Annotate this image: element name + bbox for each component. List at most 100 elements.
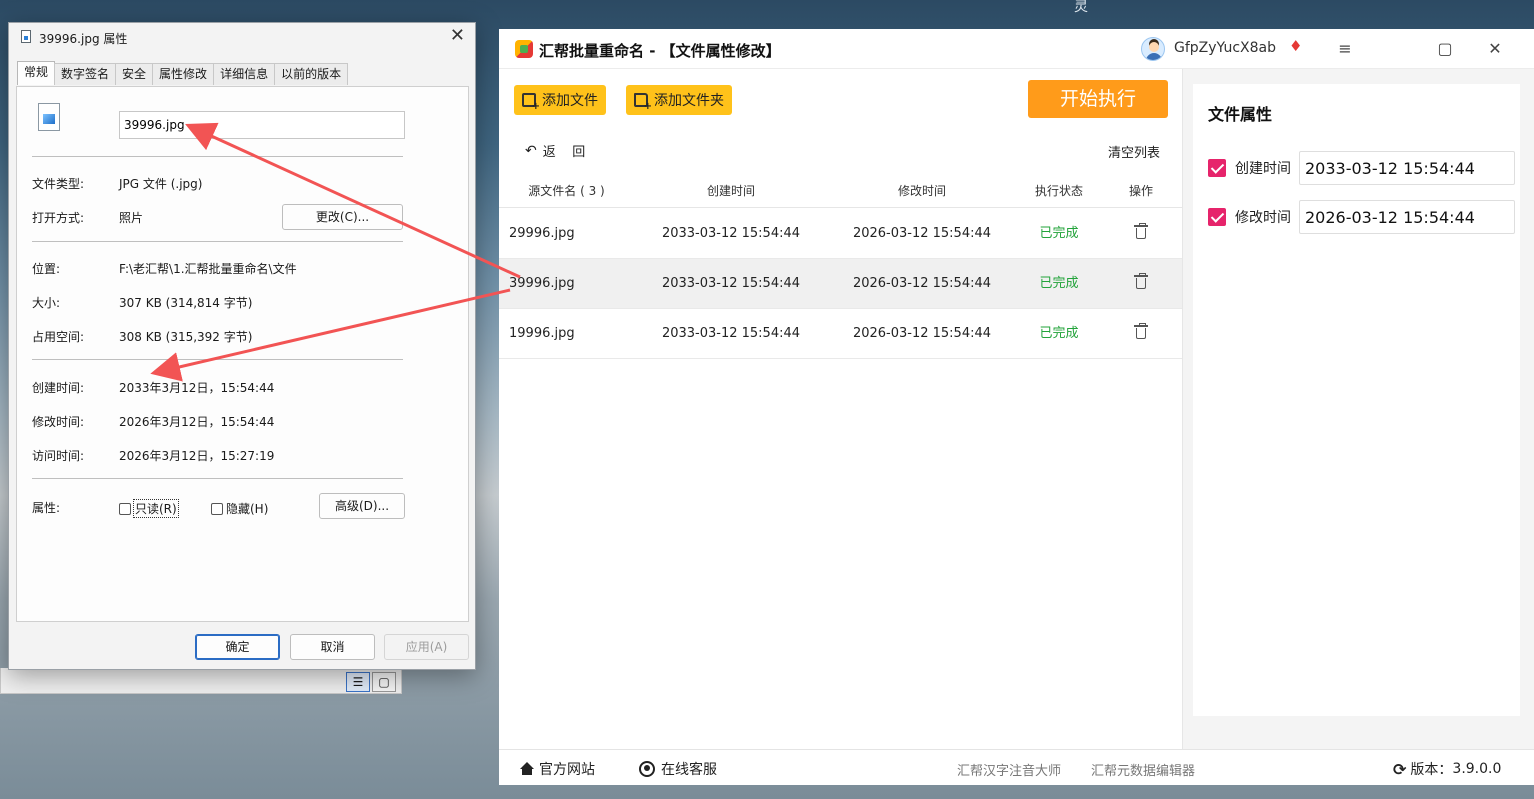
row-created: 2033-03-12 15:54:44	[661, 326, 801, 341]
location-label: 位置:	[32, 262, 61, 276]
app-titlebar: 汇帮批量重命名 - 【文件属性修改】 GfpZyYucX8ab ♦ ≡ ▢ ✕	[499, 29, 1534, 69]
close-icon[interactable]: ✕	[1483, 37, 1507, 61]
tiles-view-icon[interactable]: ▢	[372, 672, 396, 692]
disk-size-value: 308 KB (315,392 字节)	[119, 330, 253, 344]
advanced-button[interactable]: 高级(D)...	[319, 493, 405, 519]
add-file-button[interactable]: 添加文件	[514, 85, 606, 115]
dialog-tabs: 常规 数字签名 安全 属性修改 详细信息 以前的版本	[17, 61, 349, 85]
image-file-icon	[38, 103, 60, 131]
back-label: 返 回	[542, 145, 586, 160]
trash-icon	[1134, 323, 1148, 339]
row-status: 已完成	[1039, 276, 1079, 291]
hidden-checkbox[interactable]: 隐藏(H)	[211, 500, 268, 517]
dialog-title: 39996.jpg 属性	[39, 32, 128, 46]
avatar[interactable]	[1141, 37, 1165, 61]
row-modified: 2026-03-12 15:54:44	[852, 326, 992, 341]
table-row[interactable]: 29996.jpg 2033-03-12 15:54:44 2026-03-12…	[499, 209, 1182, 259]
readonly-checkbox[interactable]: 只读(R)	[119, 499, 179, 518]
attributes-label: 属性:	[32, 501, 61, 515]
disk-size-label: 占用空间:	[32, 330, 85, 344]
version-label: 版本：	[1410, 762, 1453, 778]
pinyin-tool-link[interactable]: 汇帮汉字注音大师	[957, 760, 1061, 779]
table-row[interactable]: 19996.jpg 2033-03-12 15:54:44 2026-03-12…	[499, 309, 1182, 359]
separator	[32, 241, 403, 242]
column-header-filename: 源文件名 ( 3 )	[528, 184, 605, 198]
app-title: 汇帮批量重命名 - 【文件属性修改】	[539, 42, 781, 60]
support-icon	[639, 761, 655, 777]
support-link[interactable]: 在线客服	[639, 759, 717, 779]
open-with-label: 打开方式:	[32, 211, 85, 225]
column-header-status: 执行状态	[1034, 184, 1083, 198]
add-folder-icon	[634, 93, 652, 112]
start-button[interactable]: 开始执行	[1028, 80, 1168, 118]
right-panel: 文件属性 创建时间 修改时间	[1183, 69, 1534, 749]
file-icon	[21, 30, 31, 43]
tab-attribute-edit[interactable]: 属性修改	[152, 63, 215, 85]
metadata-editor-link[interactable]: 汇帮元数据编辑器	[1091, 760, 1195, 779]
support-label: 在线客服	[661, 762, 717, 778]
general-panel	[16, 86, 469, 622]
home-icon	[519, 762, 535, 776]
ok-button[interactable]: 确定	[195, 634, 280, 660]
tab-general[interactable]: 常规	[17, 61, 56, 85]
vip-diamond-icon[interactable]: ♦	[1289, 37, 1302, 55]
readonly-label: 只读(R)	[133, 499, 179, 518]
column-header-created: 创建时间	[706, 184, 755, 198]
tab-previous-versions[interactable]: 以前的版本	[274, 63, 349, 85]
file-attributes-title: 文件属性	[1208, 105, 1273, 124]
separator	[32, 156, 403, 157]
size-value: 307 KB (314,814 字节)	[119, 296, 253, 310]
row-delete-button[interactable]	[1111, 259, 1171, 309]
separator	[32, 359, 403, 360]
table-row[interactable]: 39996.jpg 2033-03-12 15:54:44 2026-03-12…	[499, 259, 1182, 309]
row-modified: 2026-03-12 15:54:44	[852, 226, 992, 241]
modified-time-checkbox[interactable]	[1208, 208, 1226, 226]
hidden-label: 隐藏(H)	[226, 502, 269, 516]
row-delete-button[interactable]	[1111, 209, 1171, 259]
back-arrow-icon: ↶	[525, 142, 537, 159]
username[interactable]: GfpZyYucX8ab	[1174, 40, 1276, 56]
row-created: 2033-03-12 15:54:44	[661, 276, 801, 291]
tab-security[interactable]: 安全	[115, 63, 154, 85]
website-link[interactable]: 官方网站	[519, 759, 595, 779]
row-status: 已完成	[1039, 326, 1079, 341]
cancel-button[interactable]: 取消	[290, 634, 375, 660]
created-time-input[interactable]	[1299, 151, 1515, 185]
row-delete-button[interactable]	[1111, 309, 1171, 359]
apply-button[interactable]: 应用(A)	[384, 634, 469, 660]
type-label: 文件类型:	[32, 177, 85, 191]
row-modified: 2026-03-12 15:54:44	[852, 276, 992, 291]
tab-details[interactable]: 详细信息	[213, 63, 276, 85]
maximize-icon[interactable]: ▢	[1433, 37, 1457, 61]
add-folder-button[interactable]: 添加文件夹	[626, 85, 732, 115]
refresh-icon[interactable]: ⟳	[1393, 760, 1406, 779]
separator	[32, 478, 403, 479]
version-info: ⟳ 版本： 3.9.0.0	[1393, 759, 1501, 779]
accessed-label: 访问时间:	[32, 449, 85, 463]
rename-app-window: 汇帮批量重命名 - 【文件属性修改】 GfpZyYucX8ab ♦ ≡ ▢ ✕ …	[499, 29, 1534, 785]
clear-list-button[interactable]: 清空列表	[1108, 142, 1160, 161]
file-attributes-card: 文件属性 创建时间 修改时间	[1193, 84, 1520, 716]
trash-icon	[1134, 223, 1148, 239]
modified-time-row: 修改时间	[1208, 200, 1515, 234]
created-label: 创建时间:	[32, 381, 85, 395]
add-file-icon	[522, 93, 540, 112]
created-time-checkbox[interactable]	[1208, 159, 1226, 177]
details-view-icon[interactable]: ☰	[346, 672, 370, 692]
close-icon[interactable]: ✕	[450, 25, 465, 46]
menu-icon[interactable]: ≡	[1333, 37, 1357, 61]
location-value: F:\老汇帮\1.汇帮批量重命名\文件	[119, 262, 297, 276]
type-value: JPG 文件 (.jpg)	[119, 177, 203, 191]
desktop-glyph: 灵	[1074, 0, 1088, 15]
table-header: 源文件名 ( 3 ) 创建时间 修改时间 执行状态 操作	[499, 174, 1182, 208]
tab-digital-signature[interactable]: 数字签名	[54, 63, 117, 85]
version-value: 3.9.0.0	[1452, 761, 1502, 777]
filename-input[interactable]	[119, 111, 405, 139]
change-button[interactable]: 更改(C)...	[282, 204, 403, 230]
back-button[interactable]: ↶ 返 回	[525, 141, 586, 161]
modified-time-input[interactable]	[1299, 200, 1515, 234]
row-created: 2033-03-12 15:54:44	[661, 226, 801, 241]
column-header-modified: 修改时间	[897, 184, 946, 198]
trash-icon	[1134, 273, 1148, 289]
checkbox-box	[211, 502, 223, 515]
